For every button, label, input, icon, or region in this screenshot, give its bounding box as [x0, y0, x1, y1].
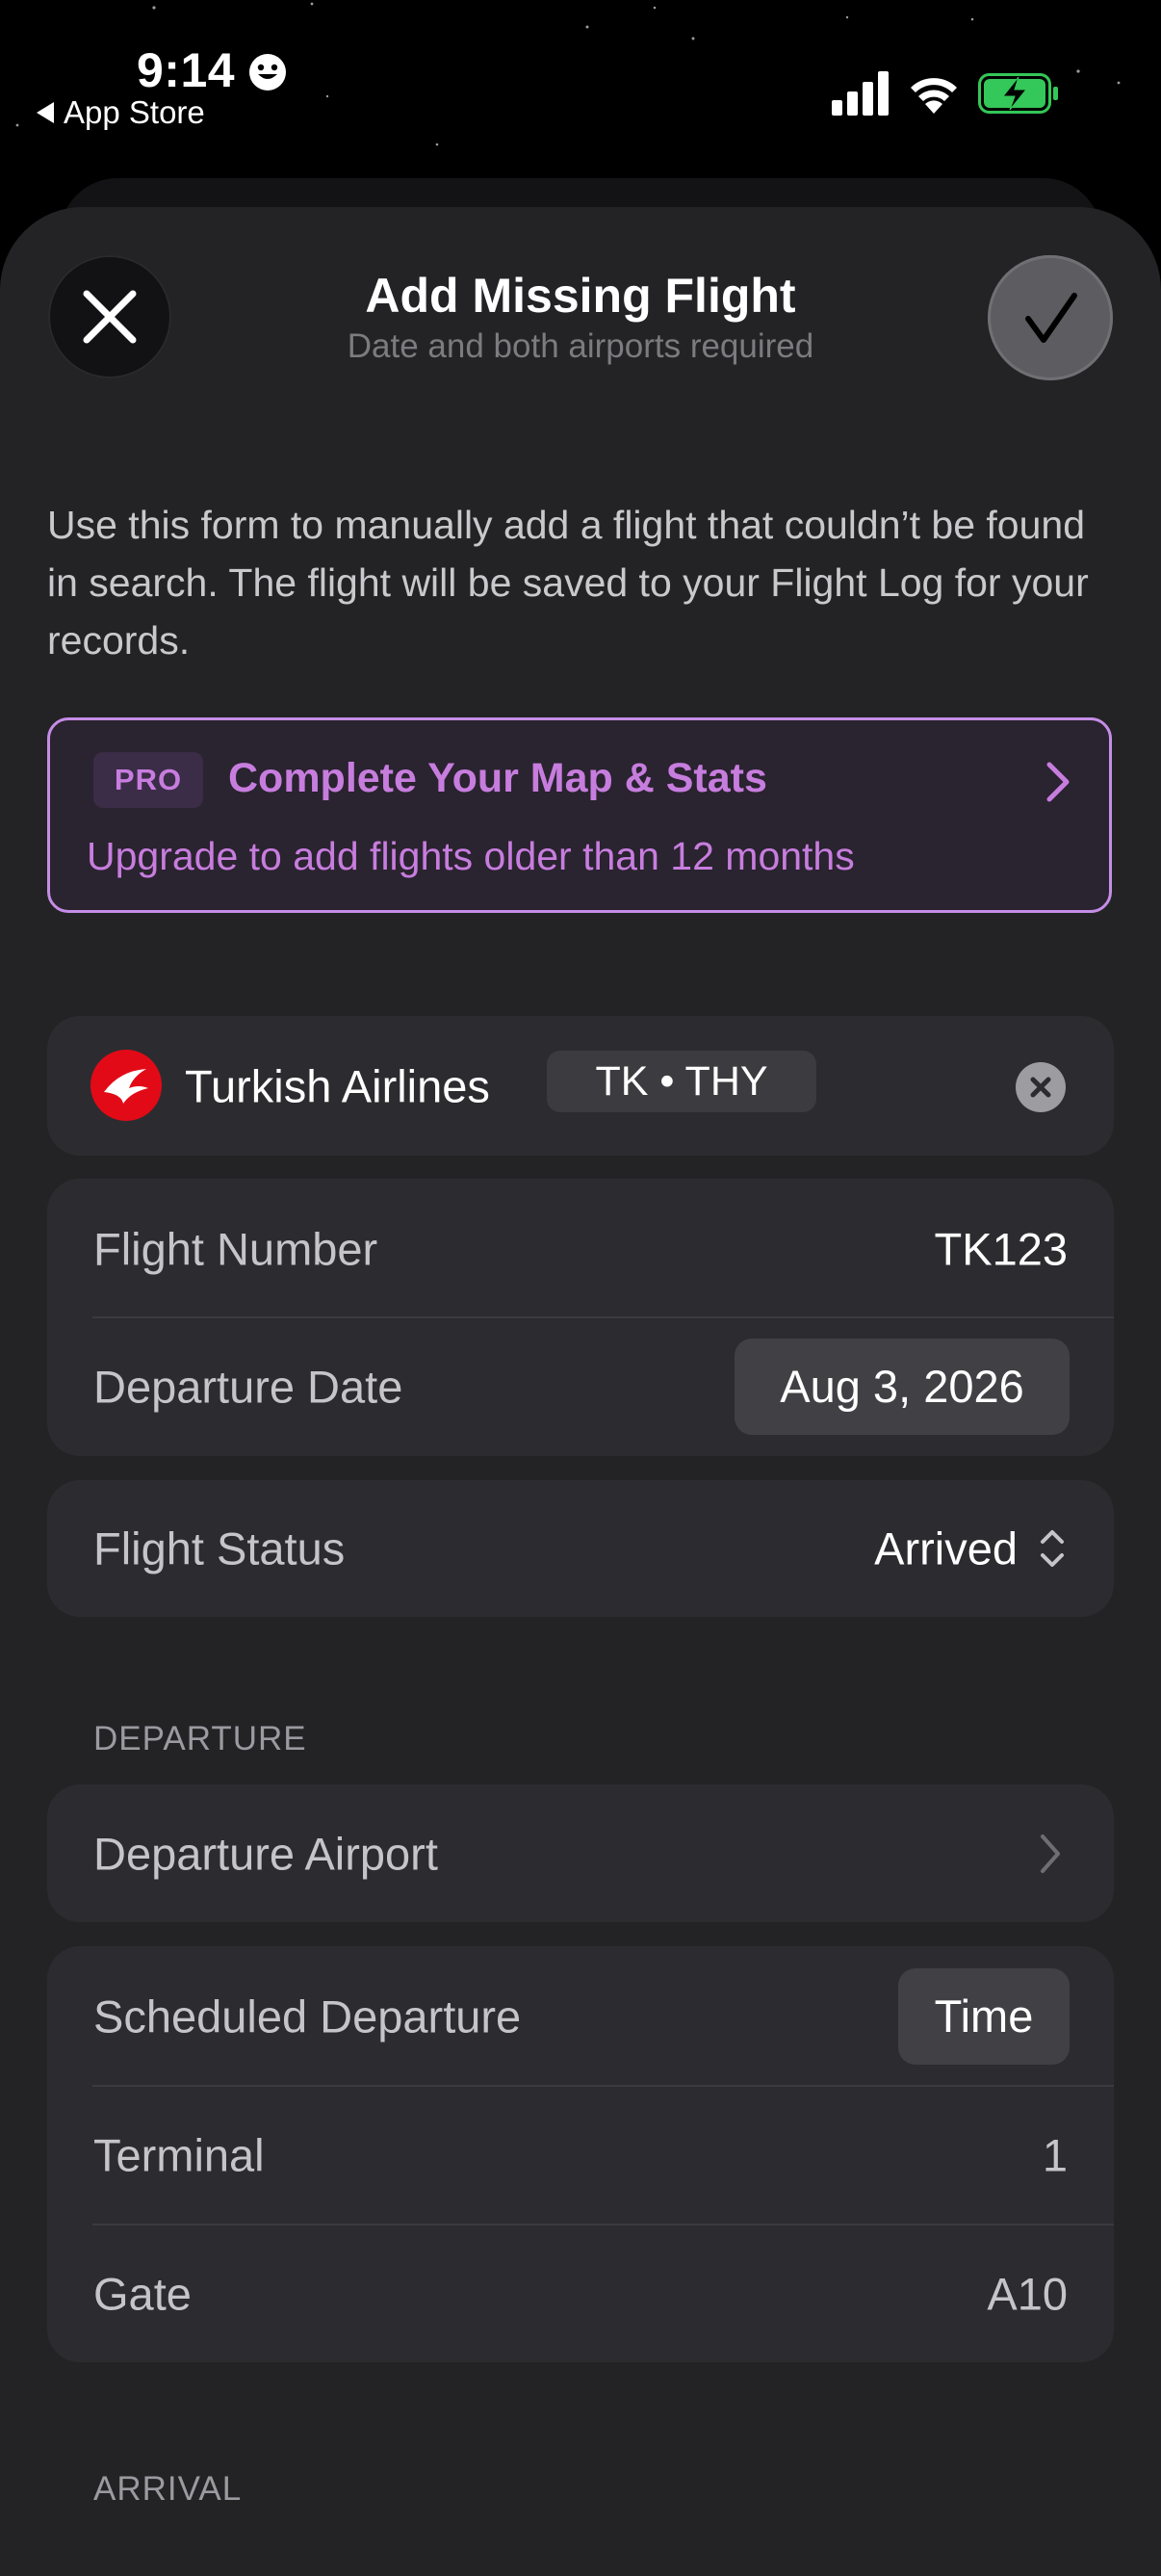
- airline-card[interactable]: Turkish Airlines TK • THY: [47, 1016, 1114, 1156]
- flight-number-label: Flight Number: [93, 1223, 378, 1274]
- status-time: 9:14: [137, 43, 236, 97]
- departure-date-picker[interactable]: Aug 3, 2026: [735, 1338, 1070, 1435]
- pro-badge: PRO: [93, 752, 203, 808]
- arrival-section-header: ARRIVAL: [93, 2470, 243, 2508]
- terminal-label: Terminal: [93, 2129, 265, 2180]
- battery-charging-icon: [978, 73, 1058, 114]
- chevron-right-icon: [1041, 1834, 1060, 1873]
- flight-number-row[interactable]: Flight Number TK123: [47, 1179, 1114, 1318]
- flight-status-row[interactable]: Flight Status Arrived: [47, 1480, 1114, 1617]
- checkmark-icon: [1025, 293, 1077, 343]
- promo-title: Complete Your Map & Stats: [228, 755, 767, 801]
- up-down-chevron-icon: [1041, 1530, 1064, 1567]
- gate-label: Gate: [93, 2268, 192, 2319]
- scheduled-departure-row: Scheduled Departure Time: [47, 1946, 1114, 2086]
- departure-date-label: Departure Date: [93, 1361, 403, 1412]
- turkish-airlines-logo-icon: [90, 1050, 162, 1121]
- flight-number-input[interactable]: TK123: [935, 1222, 1068, 1275]
- flight-status-label: Flight Status: [93, 1522, 346, 1574]
- clear-airline-button[interactable]: [1016, 1062, 1066, 1112]
- departure-airport-row[interactable]: Departure Airport: [47, 1784, 1114, 1922]
- chevron-right-icon: [1046, 762, 1070, 802]
- airline-name: Turkish Airlines: [185, 1060, 490, 1111]
- back-arrow-icon: [37, 102, 54, 123]
- wifi-icon: [911, 78, 957, 114]
- terminal-row[interactable]: Terminal 1: [47, 2085, 1114, 2225]
- departure-date-row: Departure Date Aug 3, 2026: [47, 1316, 1114, 1456]
- cellular-signal-icon: [832, 71, 889, 116]
- scheduled-departure-time-picker[interactable]: Time: [898, 1967, 1070, 2065]
- departure-details-group: Scheduled Departure Time Terminal 1 Gate…: [47, 1946, 1114, 2362]
- gate-row[interactable]: Gate A10: [47, 2224, 1114, 2363]
- smiley-face-icon: [249, 54, 286, 91]
- scheduled-departure-label: Scheduled Departure: [93, 1991, 522, 2042]
- status-bar: 9:14 App Store: [0, 0, 1161, 173]
- back-to-app-store[interactable]: App Store: [37, 94, 205, 131]
- back-app-label: App Store: [64, 94, 205, 130]
- gate-input[interactable]: A10: [987, 2267, 1068, 2320]
- departure-airport-label: Departure Airport: [93, 1828, 438, 1879]
- pro-upgrade-banner[interactable]: PRO Complete Your Map & Stats Upgrade to…: [47, 717, 1112, 913]
- flight-status-value[interactable]: Arrived: [874, 1522, 1018, 1575]
- promo-subtitle: Upgrade to add flights older than 12 mon…: [87, 834, 855, 878]
- confirm-button[interactable]: [988, 255, 1113, 380]
- flight-details-group: Flight Number TK123 Departure Date Aug 3…: [47, 1179, 1114, 1456]
- terminal-input[interactable]: 1: [1043, 2128, 1068, 2181]
- airline-code-badge: TK • THY: [547, 1051, 816, 1112]
- intro-description: Use this form to manually add a flight t…: [47, 503, 1089, 663]
- departure-section-header: DEPARTURE: [93, 1720, 307, 1757]
- clear-icon: [1030, 1077, 1051, 1098]
